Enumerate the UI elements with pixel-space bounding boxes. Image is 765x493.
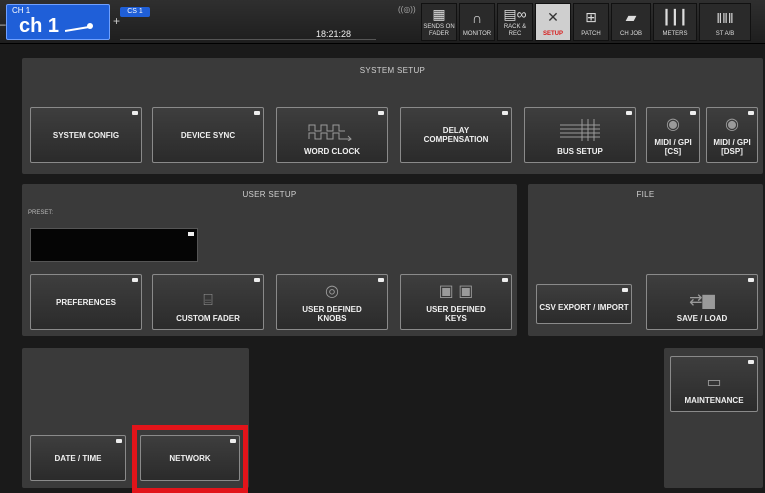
custom-fader-button[interactable]: ⌸ CUSTOM FADER [152, 274, 264, 330]
sends-on-fader-icon: ▦ [432, 5, 446, 22]
rack-rec-icon: ▤∞ [503, 5, 527, 22]
midi-gpi-dsp-button[interactable]: ◉ MIDI / GPI [DSP] [706, 107, 758, 163]
preferences-button[interactable]: PREFERENCES [30, 274, 142, 330]
popup-indicator-icon [748, 360, 754, 364]
date-time-button[interactable]: DATE / TIME [30, 435, 126, 481]
system-config-button[interactable]: SYSTEM CONFIG [30, 107, 142, 163]
meters-icon: ┃┃┃ [662, 9, 688, 25]
meters-button[interactable]: ┃┃┃ METERS [653, 3, 697, 41]
fader-icon [65, 23, 93, 32]
popup-indicator-icon [254, 278, 260, 282]
midi-gpi-cs-button[interactable]: ◉ MIDI / GPI [CS] [646, 107, 700, 163]
delay-compensation-button[interactable]: DELAY COMPENSATION [400, 107, 512, 163]
clock: 18:21:28 [316, 29, 352, 39]
user-setup-title: USER SETUP [242, 190, 297, 199]
ch-job-icon: ▰ [625, 9, 637, 25]
st-ab-button[interactable]: ‖‖‖ ST A/B [699, 3, 751, 41]
popup-indicator-icon [626, 111, 632, 115]
user-defined-knobs-button[interactable]: ◎ USER DEFINED KNOBS [276, 274, 388, 330]
bus-setup-icon [560, 119, 600, 141]
word-clock-icon [308, 124, 352, 141]
popup-indicator-icon [132, 111, 138, 115]
popup-indicator-icon [748, 111, 754, 115]
maintenance-button[interactable]: ▭ MAINTENANCE [670, 356, 758, 412]
patch-icon: ⊞ [585, 9, 597, 25]
knob-icon: ◎ [325, 283, 339, 300]
maintenance-icon: ▭ [706, 374, 722, 391]
network-highlight-box [132, 425, 248, 493]
popup-indicator-icon [254, 111, 260, 115]
channel-name: ch 1 [19, 15, 60, 37]
midi-connector-icon: ◉ [725, 116, 739, 133]
headphones-icon: ∩ [471, 9, 483, 26]
monitor-button[interactable]: ∩ MONITOR [459, 3, 495, 41]
tools-icon: ✕ [547, 9, 559, 25]
popup-indicator-icon [116, 439, 122, 443]
midi-connector-icon: ◉ [666, 116, 680, 133]
setup-button[interactable]: ✕ SETUP [535, 3, 571, 41]
rack-rec-button[interactable]: ▤∞ RACK & REC [497, 3, 533, 41]
cs-badge: CS 1 [120, 7, 150, 17]
channel-increment[interactable]: + [113, 14, 120, 28]
popup-indicator-icon [748, 278, 754, 282]
preset-field[interactable] [30, 228, 198, 262]
patch-button[interactable]: ⊞ PATCH [573, 3, 609, 41]
popup-indicator-icon [622, 288, 628, 292]
bus-setup-button[interactable]: BUS SETUP [524, 107, 636, 163]
popup-indicator-icon [378, 111, 384, 115]
popup-indicator-icon [132, 278, 138, 282]
save-load-icon: ⇄▆ [689, 292, 715, 309]
user-defined-keys-button[interactable]: ▣ ▣ USER DEFINED KEYS [400, 274, 512, 330]
save-load-button[interactable]: ⇄▆ SAVE / LOAD [646, 274, 758, 330]
channel-select[interactable]: – CH 1 ch 1 [0, 4, 110, 40]
top-bar: – CH 1 ch 1 + CS 1 18:21:28 ((◎)) ▦ SEND… [0, 0, 765, 44]
device-sync-button[interactable]: DEVICE SYNC [152, 107, 264, 163]
word-clock-button[interactable]: WORD CLOCK [276, 107, 388, 163]
channel-decrement[interactable]: – [0, 17, 6, 31]
st-ab-icon: ‖‖‖ [716, 9, 734, 26]
popup-indicator-icon [502, 278, 508, 282]
channel-number: CH 1 [12, 6, 31, 15]
popup-indicator-icon [378, 278, 384, 282]
ch-job-button[interactable]: ▰ CH JOB [611, 3, 651, 41]
system-setup-title: SYSTEM SETUP [359, 66, 426, 75]
popup-indicator-icon [690, 111, 696, 115]
popup-indicator-icon [188, 232, 194, 236]
csv-export-import-button[interactable]: CSV EXPORT / IMPORT [536, 284, 632, 324]
file-title: FILE [636, 190, 655, 199]
custom-fader-icon: ⌸ [203, 292, 213, 309]
sends-on-fader-button[interactable]: ▦ SENDS ON FADER [421, 3, 457, 41]
keys-icon: ▣ ▣ [438, 283, 474, 300]
record-status-icon: ((◎)) [398, 5, 416, 14]
popup-indicator-icon [502, 111, 508, 115]
preset-label: PRESET: [28, 210, 54, 216]
